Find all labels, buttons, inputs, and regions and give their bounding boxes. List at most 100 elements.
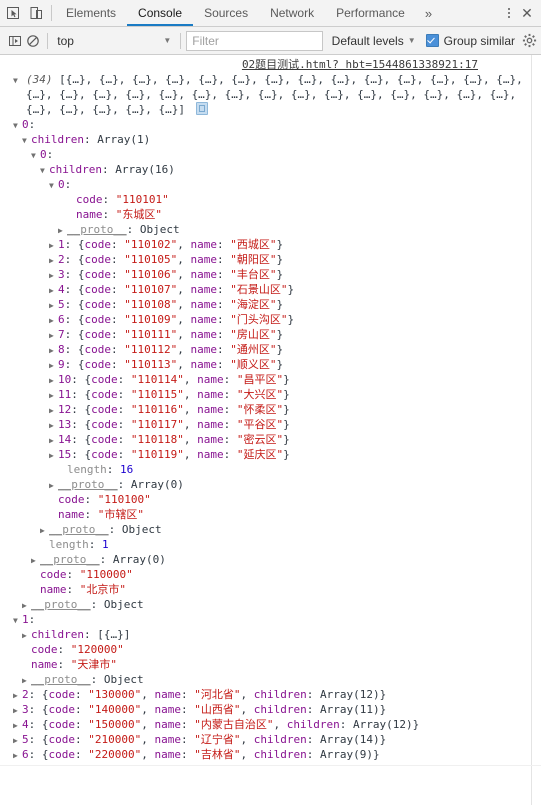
- expand-triangle-icon[interactable]: ▶: [49, 253, 58, 268]
- tree-row[interactable]: ▶ __proto__: Object: [0, 222, 541, 237]
- tree-row[interactable]: ▶ 10: {code: "110114", name: "昌平区"}: [0, 372, 541, 387]
- expand-triangle-icon[interactable]: ▶: [49, 448, 58, 463]
- tree-row[interactable]: ▼ 1:: [0, 612, 541, 627]
- clear-console-icon[interactable]: [24, 31, 42, 51]
- expand-triangle-icon[interactable]: ▶: [22, 628, 31, 643]
- tree-row[interactable]: ▶ 13: {code: "110117", name: "平谷区"}: [0, 417, 541, 432]
- tree-row[interactable]: ▶ 4: {code: "110107", name: "石景山区"}: [0, 282, 541, 297]
- expand-triangle-icon[interactable]: ▶: [49, 313, 58, 328]
- expand-triangle-icon[interactable]: ▶: [13, 688, 22, 703]
- kebab-menu-icon[interactable]: [501, 8, 517, 18]
- expand-triangle-icon[interactable]: ▼: [22, 133, 31, 148]
- log-levels-select[interactable]: Default levels ▼: [332, 34, 416, 48]
- expand-triangle-icon[interactable]: ▼: [13, 118, 22, 133]
- expand-triangle-icon[interactable]: ▶: [49, 328, 58, 343]
- device-toolbar-icon[interactable]: [29, 6, 44, 21]
- tree-row[interactable]: ▶ 6: {code: "110109", name: "门头沟区"}: [0, 312, 541, 327]
- expand-triangle-icon[interactable]: ▶: [49, 478, 58, 493]
- tree-row[interactable]: ▶ 15: {code: "110119", name: "延庆区"}: [0, 447, 541, 462]
- expand-triangle-icon[interactable]: ▶: [58, 223, 67, 238]
- expand-triangle-icon[interactable]: ▶: [49, 373, 58, 388]
- expand-triangle-icon[interactable]: ▶: [49, 358, 58, 373]
- tree-row[interactable]: ▶ 2: {code: "110105", name: "朝阳区"}: [0, 252, 541, 267]
- tree-row[interactable]: ▶ 12: {code: "110116", name: "怀柔区"}: [0, 402, 541, 417]
- filter-input[interactable]: Filter: [186, 30, 323, 51]
- expand-triangle-icon[interactable]: ▶: [13, 703, 22, 718]
- tree-row[interactable]: ▶ 8: {code: "110112", name: "通州区"}: [0, 342, 541, 357]
- tab-network[interactable]: Network: [259, 0, 325, 26]
- expand-triangle-icon[interactable]: ▶: [13, 718, 22, 733]
- expand-triangle-icon[interactable]: ▶: [49, 268, 58, 283]
- expand-triangle-icon[interactable]: ▶: [49, 403, 58, 418]
- tree-row[interactable]: ▶ __proto__: Array(0): [0, 477, 541, 492]
- expand-triangle-icon[interactable]: ▼: [40, 163, 49, 178]
- tree-row[interactable]: ▼ children: Array(16): [0, 162, 541, 177]
- tree-row[interactable]: ▶name: "市辖区": [0, 507, 541, 522]
- expand-triangle-icon[interactable]: ▶: [49, 433, 58, 448]
- expand-triangle-icon[interactable]: ▶: [22, 598, 31, 613]
- tree-row[interactable]: ▶ __proto__: Array(0): [0, 552, 541, 567]
- message-expand-toggle[interactable]: ▼: [13, 72, 22, 88]
- tree-row[interactable]: ▶ __proto__: Object: [0, 597, 541, 612]
- tree-row[interactable]: ▶ 11: {code: "110115", name: "大兴区"}: [0, 387, 541, 402]
- gear-icon[interactable]: [522, 33, 537, 48]
- expand-triangle-icon[interactable]: ▼: [31, 148, 40, 163]
- more-tabs-button[interactable]: »: [416, 0, 441, 26]
- tree-row[interactable]: ▶ 1: {code: "110102", name: "西城区"}: [0, 237, 541, 252]
- tree-row[interactable]: ▼ 0:: [0, 177, 541, 192]
- expand-triangle-icon[interactable]: ▶: [13, 733, 22, 748]
- source-link[interactable]: 02题目测试.html? hbt=1544861338921:17: [242, 58, 478, 71]
- object-tree[interactable]: ▼ 0: ▼ children: Array(1) ▼ 0: ▼ children: Arra…: [0, 117, 541, 764]
- tree-row[interactable]: ▶code: "110101": [0, 192, 541, 207]
- tree-row[interactable]: ▶length: 16: [0, 462, 541, 477]
- group-similar-checkbox[interactable]: [425, 34, 439, 47]
- expand-triangle-icon[interactable]: ▶: [49, 343, 58, 358]
- tab-sources[interactable]: Sources: [193, 0, 259, 26]
- expand-triangle-icon[interactable]: ▶: [49, 418, 58, 433]
- tree-row[interactable]: ▶ 5: {code: "210000", name: "辽宁省", childr…: [0, 732, 541, 747]
- group-similar-toggle[interactable]: Group similar: [425, 34, 515, 48]
- expand-triangle-icon[interactable]: ▼: [13, 613, 22, 628]
- expand-triangle-icon[interactable]: ▶: [49, 238, 58, 253]
- tree-row[interactable]: ▼ children: Array(1): [0, 132, 541, 147]
- tree-row[interactable]: ▶code: "120000": [0, 642, 541, 657]
- tab-console[interactable]: Console: [127, 0, 194, 26]
- console-output[interactable]: 02题目测试.html? hbt=1544861338921:17 ▼ (34)…: [0, 55, 541, 805]
- expand-triangle-icon[interactable]: ▶: [22, 673, 31, 688]
- tree-row[interactable]: ▶code: "110000": [0, 567, 541, 582]
- tree-row[interactable]: ▶ __proto__: Object: [0, 522, 541, 537]
- tree-row[interactable]: ▶ 14: {code: "110118", name: "密云区"}: [0, 432, 541, 447]
- expand-triangle-icon[interactable]: ▶: [40, 523, 49, 538]
- tree-row[interactable]: ▶ 9: {code: "110113", name: "顺义区"}: [0, 357, 541, 372]
- tree-row[interactable]: ▶ 3: {code: "140000", name: "山西省", childr…: [0, 702, 541, 717]
- tree-row[interactable]: ▶ children: [{…}]: [0, 627, 541, 642]
- tab-performance[interactable]: Performance: [325, 0, 416, 26]
- tree-row[interactable]: ▶ __proto__: Object: [0, 672, 541, 687]
- tree-row[interactable]: ▶ 4: {code: "150000", name: "内蒙古自治区", chi…: [0, 717, 541, 732]
- expand-triangle-icon[interactable]: ▼: [49, 178, 58, 193]
- tree-row[interactable]: ▼ 0:: [0, 147, 541, 162]
- expand-triangle-icon[interactable]: ▶: [49, 283, 58, 298]
- tree-row[interactable]: ▶ 6: {code: "220000", name: "吉林省", childr…: [0, 747, 541, 762]
- inspect-element-icon[interactable]: [6, 6, 21, 21]
- plain-value: : {: [64, 358, 85, 372]
- expand-triangle-icon[interactable]: ▶: [13, 748, 22, 763]
- tree-row[interactable]: ▶ 2: {code: "130000", name: "河北省", childr…: [0, 687, 541, 702]
- tree-row[interactable]: ▼ 0:: [0, 117, 541, 132]
- tree-row[interactable]: ▶code: "110100": [0, 492, 541, 507]
- tree-row[interactable]: ▶ 7: {code: "110111", name: "房山区"}: [0, 327, 541, 342]
- execution-context-select[interactable]: top ▼: [53, 34, 175, 48]
- close-icon[interactable]: ✕: [517, 6, 537, 20]
- tab-elements[interactable]: Elements: [55, 0, 127, 26]
- expand-triangle-icon[interactable]: ▶: [49, 388, 58, 403]
- tree-row[interactable]: ▶length: 1: [0, 537, 541, 552]
- console-sidebar-icon[interactable]: [6, 31, 24, 51]
- expand-triangle-icon[interactable]: ▶: [49, 298, 58, 313]
- expand-triangle-icon[interactable]: ▶: [31, 553, 40, 568]
- tree-row[interactable]: ▶name: "北京市": [0, 582, 541, 597]
- tree-row[interactable]: ▶ 5: {code: "110108", name: "海淀区"}: [0, 297, 541, 312]
- tree-row[interactable]: ▶name: "东城区": [0, 207, 541, 222]
- tree-row[interactable]: ▶ 3: {code: "110106", name: "丰台区"}: [0, 267, 541, 282]
- tree-row[interactable]: ▶name: "天津市": [0, 657, 541, 672]
- copy-to-clipboard-icon[interactable]: [195, 102, 208, 116]
